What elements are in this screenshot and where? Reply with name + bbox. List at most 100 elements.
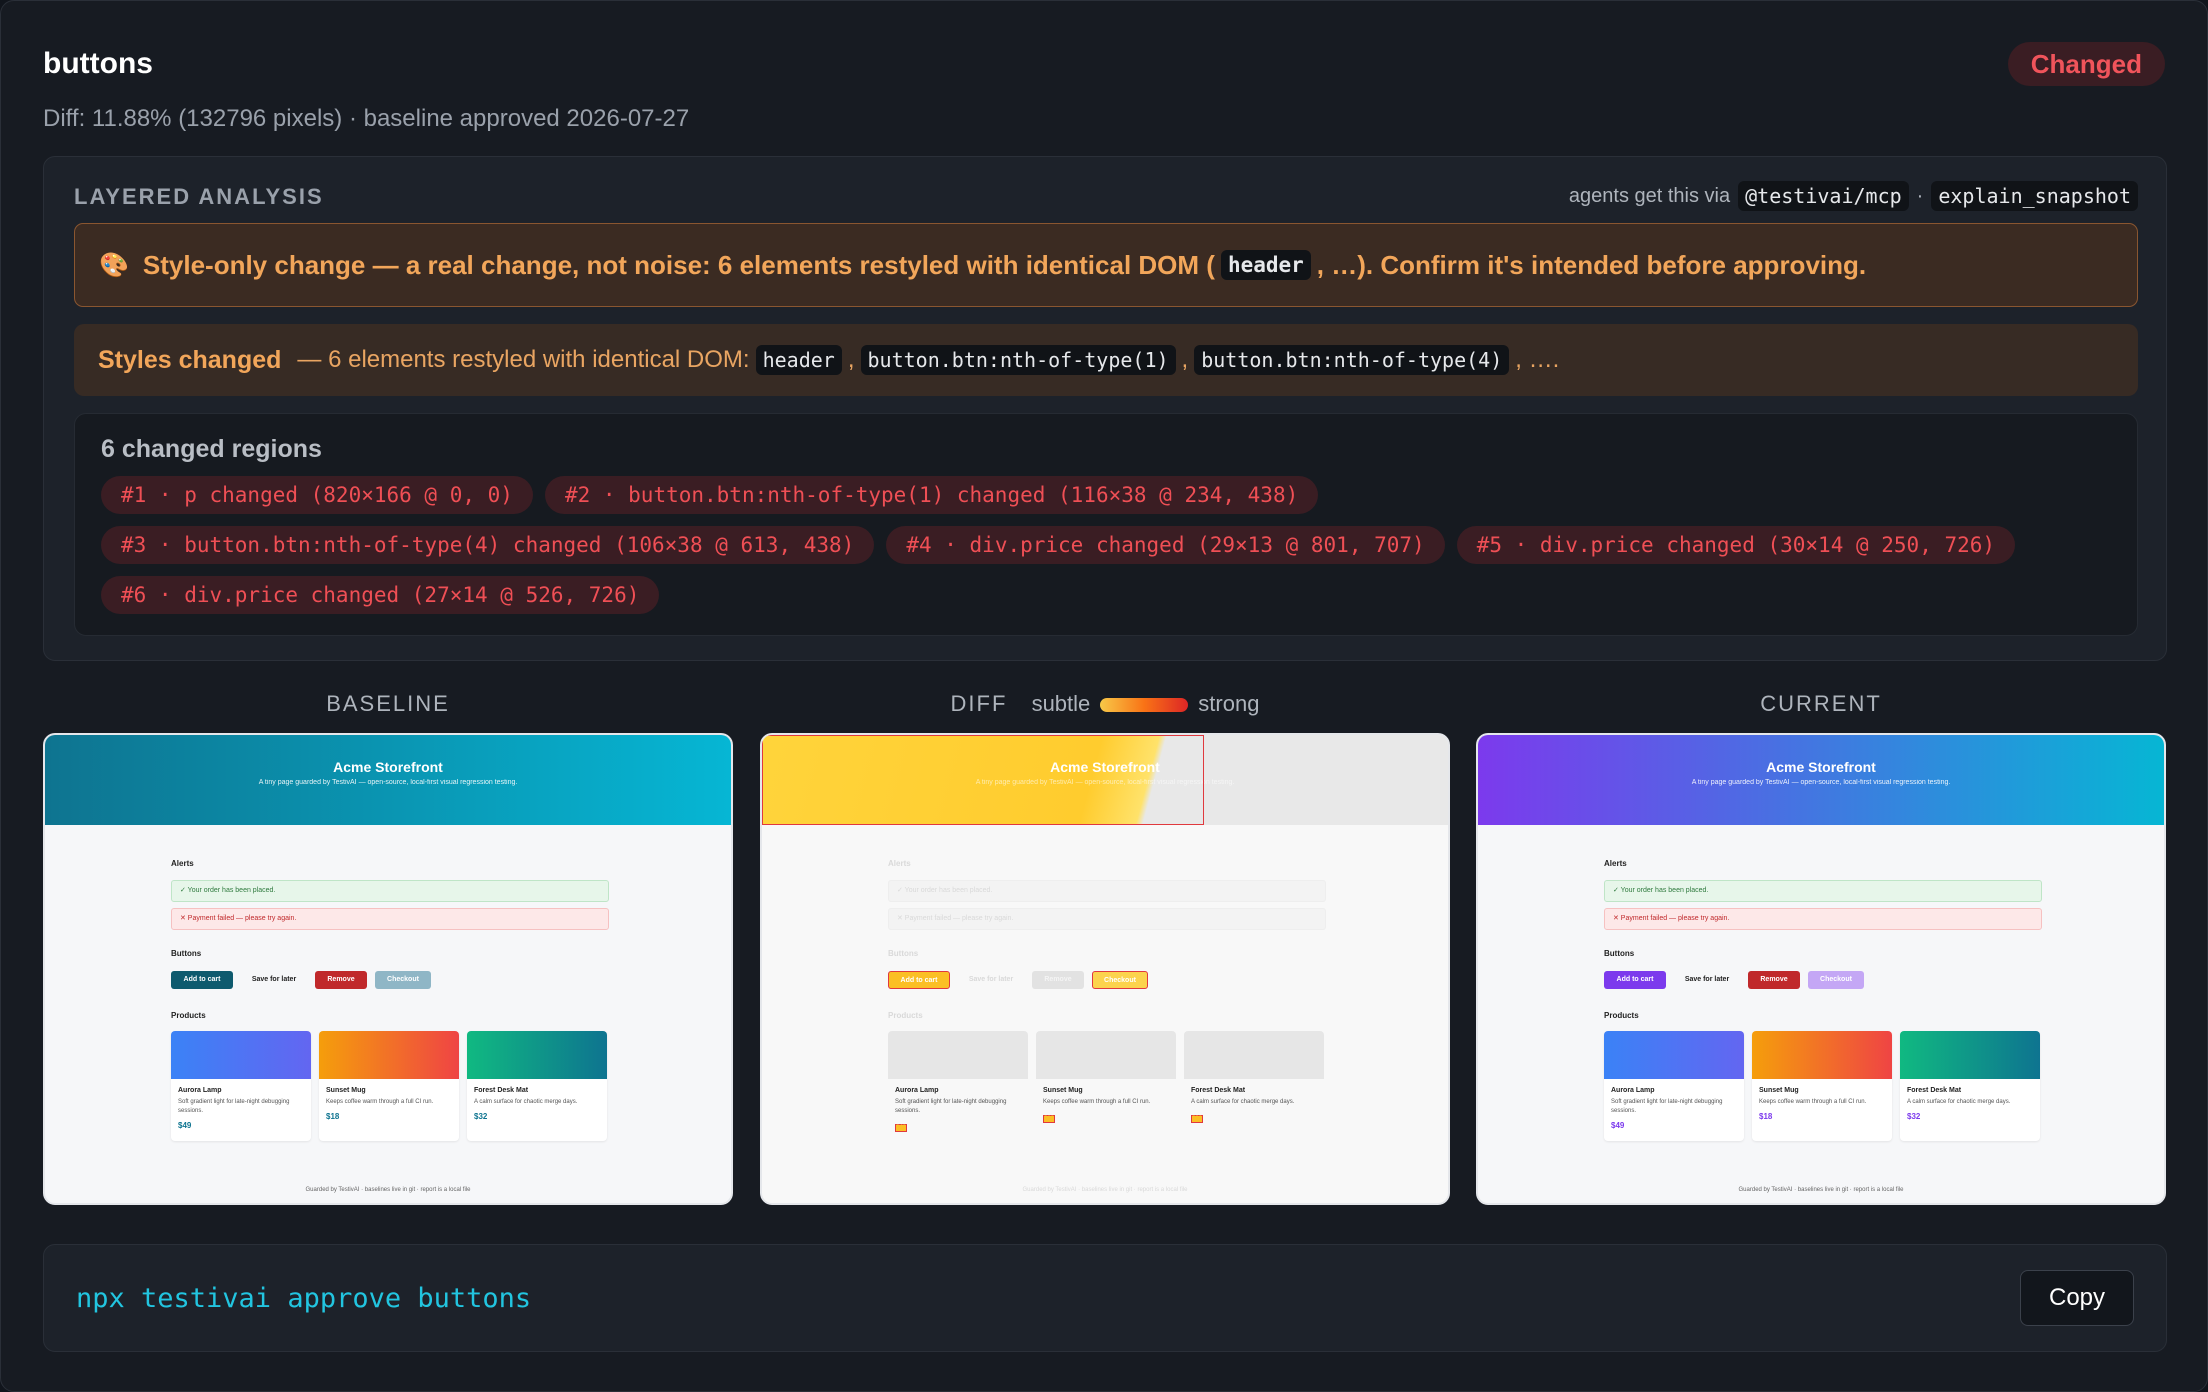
baseline-header: BASELINE — [326, 691, 450, 716]
diff-alert-error: ✕ Payment failed — please try again. — [888, 908, 1326, 930]
snapshot-title: buttons — [43, 47, 153, 80]
diff-product-price-1: $49 — [895, 1124, 908, 1132]
product-desc-1: Soft gradient light for late-night debug… — [178, 1099, 290, 1114]
product-price-1: $49 — [178, 1121, 192, 1130]
regions-row-2: #3 · button.btn:nth-of-type(4) changed (… — [101, 526, 2016, 564]
diff-product-card-1: Aurora Lamp Soft gradient light for late… — [888, 1031, 1028, 1141]
current-product-desc-2: Keeps coffee warm through a full CI run. — [1759, 1099, 1867, 1105]
diff-product-desc-2: Keeps coffee warm through a full CI run. — [1043, 1099, 1151, 1105]
diff-product-name-2: Sunset Mug — [1043, 1087, 1083, 1094]
diff-product-image-1 — [888, 1031, 1028, 1079]
product-card-3: Forest Desk Mat A calm surface for chaot… — [467, 1031, 607, 1141]
region-pill-5[interactable]: #5 · div.price changed (30×14 @ 250, 726… — [1456, 526, 2016, 564]
region-pill-3[interactable]: #3 · button.btn:nth-of-type(4) changed (… — [101, 526, 875, 564]
alert-success: ✓ Your order has been placed. — [171, 880, 609, 902]
current-product-desc-3: A calm surface for chaotic merge days. — [1907, 1099, 2011, 1105]
diff-product-desc-1: Soft gradient light for late-night debug… — [895, 1099, 1007, 1114]
region-pill-6[interactable]: #6 · div.price changed (27×14 @ 526, 726… — [101, 576, 660, 614]
diff-product-desc-3: A calm surface for chaotic merge days. — [1191, 1099, 1295, 1105]
agents-sep: · — [1916, 184, 1924, 207]
current-product-image-1 — [1604, 1031, 1744, 1079]
style-chip-sep-1: , — [847, 346, 855, 373]
region-pill-1[interactable]: #1 · p changed (820×166 @ 0, 0) — [101, 476, 533, 514]
product-name-2: Sunset Mug — [326, 1087, 366, 1094]
copy-button[interactable]: Copy — [2020, 1270, 2134, 1326]
diff-product-name-1: Aurora Lamp — [895, 1087, 939, 1094]
diff-product-price-2: $18 — [1043, 1115, 1056, 1123]
add-to-cart-button: Add to cart — [171, 971, 233, 989]
product-price-3: $32 — [474, 1112, 488, 1121]
hero-title: Acme Storefront — [333, 759, 443, 775]
current-product-name-1: Aurora Lamp — [1611, 1087, 1655, 1094]
current-hero-title: Acme Storefront — [1766, 759, 1876, 775]
product-desc-2: Keeps coffee warm through a full CI run. — [326, 1099, 434, 1105]
style-chip-2: button.btn:nth-of-type(1) — [860, 345, 1176, 375]
snapshot-card: buttons Changed Diff: 11.88% (132796 pix… — [0, 0, 2208, 1392]
buttons-heading: Buttons — [171, 949, 202, 958]
alerts-heading: Alerts — [171, 859, 194, 868]
product-card-1: Aurora Lamp Soft gradient light for late… — [171, 1031, 311, 1141]
diff-product-image-3 — [1184, 1031, 1324, 1079]
regions-row-1: #1 · p changed (820×166 @ 0, 0) #2 · but… — [101, 476, 1319, 514]
current-checkout-button: Checkout — [1808, 971, 1864, 989]
current-alert-success: ✓ Your order has been placed. — [1604, 880, 2042, 902]
agents-prefix: agents get this via — [1568, 184, 1731, 207]
current-product-card-2: Sunset Mug Keeps coffee warm through a f… — [1752, 1031, 1892, 1141]
diff-product-image-2 — [1036, 1031, 1176, 1079]
region-pill-4[interactable]: #4 · div.price changed (29×13 @ 801, 707… — [886, 526, 1445, 564]
current-product-price-2: $18 — [1759, 1112, 1773, 1121]
diff-product-card-2: Sunset Mug Keeps coffee warm through a f… — [1036, 1031, 1176, 1141]
diff-label: DIFF — [950, 691, 1008, 716]
diff-intensity-legend — [1100, 698, 1189, 713]
diff-screenshot[interactable]: Acme Storefront A tiny page guarded by T… — [760, 733, 1450, 1205]
current-product-price-3: $32 — [1907, 1112, 1921, 1121]
diff-summary: Diff: 11.88% (132796 pixels) · baseline … — [43, 105, 690, 132]
style-chip-3: button.btn:nth-of-type(4) — [1194, 345, 1510, 375]
current-screenshot[interactable]: Acme Storefront A tiny page guarded by T… — [1476, 733, 2166, 1205]
hero-subtitle: A tiny page guarded by TestivAI — open-s… — [258, 779, 518, 786]
layered-analysis-panel: LAYERED ANALYSIS agents get this via @te… — [43, 156, 2167, 661]
diff-region-box-1 — [762, 735, 1204, 825]
styles-tail: , …. — [1515, 346, 1560, 373]
product-desc-3: A calm surface for chaotic merge days. — [474, 1099, 578, 1105]
warning-text-post: , …). Confirm it's intended before appro… — [1316, 249, 1867, 280]
warning-chip-header: header — [1220, 250, 1311, 280]
palette-icon: 🎨 — [99, 251, 129, 279]
checkout-button: Checkout — [375, 971, 431, 989]
product-price-2: $18 — [326, 1112, 340, 1121]
product-image-2 — [319, 1031, 459, 1079]
strong-label: strong — [1198, 691, 1260, 716]
current-products-heading: Products — [1604, 1011, 1639, 1020]
product-image-1 — [171, 1031, 311, 1079]
page-footer: Guarded by TestivAI · baselines live in … — [305, 1187, 471, 1193]
current-hero: Acme Storefront A tiny page guarded by T… — [1478, 735, 2164, 825]
current-save-button: Save for later — [1684, 976, 1730, 983]
warning-text-pre: Style-only change — a real change, not n… — [142, 249, 1215, 280]
diff-save-button: Save for later — [968, 976, 1014, 983]
diff-alerts-heading: Alerts — [888, 859, 911, 868]
region-pill-2[interactable]: #2 · button.btn:nth-of-type(1) changed (… — [544, 476, 1319, 514]
current-add-button: Add to cart — [1604, 971, 1666, 989]
diff-products-heading: Products — [888, 1011, 923, 1020]
remove-button: Remove — [315, 971, 367, 989]
subtle-label: subtle — [1031, 691, 1091, 716]
alert-error: ✕ Payment failed — please try again. — [171, 908, 609, 930]
diff-header: DIFF subtle strong — [760, 691, 1450, 717]
current-product-desc-1: Soft gradient light for late-night debug… — [1611, 1099, 1723, 1114]
current-page-footer: Guarded by TestivAI · baselines live in … — [1738, 1187, 1904, 1193]
panel-title: LAYERED ANALYSIS — [74, 184, 324, 209]
baseline-screenshot[interactable]: Acme Storefront A tiny page guarded by T… — [43, 733, 733, 1205]
style-chip-1: header — [755, 345, 842, 375]
style-change-warning: 🎨 Style-only change — a real change, not… — [74, 223, 2138, 307]
product-image-3 — [467, 1031, 607, 1079]
explain-tool-chip: explain_snapshot — [1931, 181, 2138, 211]
regions-title: 6 changed regions — [101, 435, 322, 463]
current-hero-subtitle: A tiny page guarded by TestivAI — open-s… — [1691, 779, 1951, 786]
approve-command[interactable]: npx testivai approve buttons — [76, 1283, 531, 1314]
diff-product-price-3: $32 — [1191, 1115, 1204, 1123]
diff-alert-success: ✓ Your order has been placed. — [888, 880, 1326, 902]
agents-note: agents get this via @testivai/mcp · expl… — [1569, 181, 2138, 211]
current-product-image-2 — [1752, 1031, 1892, 1079]
current-alert-error: ✕ Payment failed — please try again. — [1604, 908, 2042, 930]
regions-row-3: #6 · div.price changed (27×14 @ 526, 726… — [101, 576, 660, 614]
